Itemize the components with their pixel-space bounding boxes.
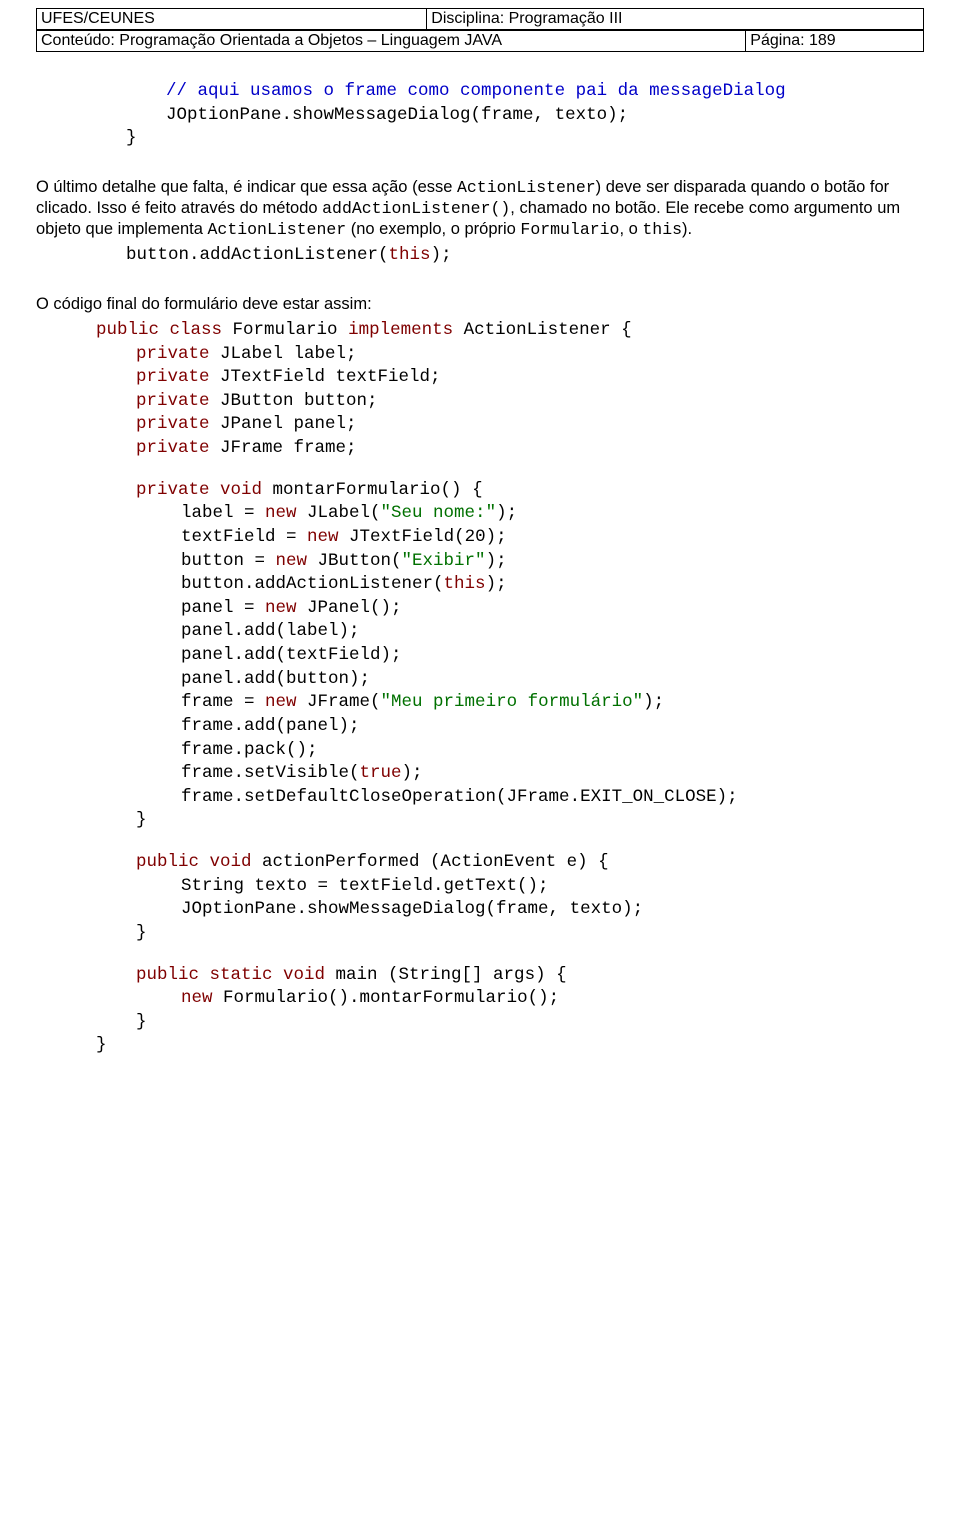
header-top-left: UFES/CEUNES [37, 9, 427, 30]
paragraph: O último detalhe que falta, é indicar qu… [36, 177, 924, 240]
code-line: frame.setDefaultCloseOperation(JFrame.EX… [36, 786, 924, 810]
code-line: frame = new JFrame("Meu primeiro formulá… [36, 691, 924, 715]
code-line: } [36, 922, 924, 946]
header-top-right: Disciplina: Programação III [427, 9, 924, 30]
code-line: textField = new JTextField(20); [36, 526, 924, 550]
code-line: private void montarFormulario() { [36, 479, 924, 503]
code-line: frame.pack(); [36, 739, 924, 763]
code-line: public void actionPerformed (ActionEvent… [36, 851, 924, 875]
code-line: } [36, 1034, 924, 1058]
code-line: JOptionPane.showMessageDialog(frame, tex… [36, 898, 924, 922]
code-line: button.addActionListener(this); [36, 573, 924, 597]
code-line: button.addActionListener(this); [36, 244, 924, 268]
paragraph: O código final do formulário deve estar … [36, 294, 924, 315]
code-line: } [36, 809, 924, 833]
code-line: label = new JLabel("Seu nome:"); [36, 502, 924, 526]
code-line: JOptionPane.showMessageDialog(frame, tex… [36, 104, 924, 128]
code-comment: // aqui usamos o frame como componente p… [36, 80, 924, 104]
code-line: public static void main (String[] args) … [36, 964, 924, 988]
code-line: private JTextField textField; [36, 366, 924, 390]
header-bottom-right: Página: 189 [746, 31, 923, 52]
code-line: button = new JButton("Exibir"); [36, 550, 924, 574]
code-line: } [36, 1011, 924, 1035]
code-line: } [36, 127, 924, 151]
code-line: public class Formulario implements Actio… [36, 319, 924, 343]
code-line: private JButton button; [36, 390, 924, 414]
code-line: panel.add(label); [36, 620, 924, 644]
code-line: frame.setVisible(true); [36, 762, 924, 786]
document-header: UFES/CEUNES Disciplina: Programação III … [36, 8, 924, 52]
header-bottom-left: Conteúdo: Programação Orientada a Objeto… [37, 31, 746, 52]
code-line: String texto = textField.getText(); [36, 875, 924, 899]
code-line: new Formulario().montarFormulario(); [36, 987, 924, 1011]
document-body: // aqui usamos o frame como componente p… [36, 80, 924, 1058]
code-line: panel.add(textField); [36, 644, 924, 668]
code-line: panel.add(button); [36, 668, 924, 692]
code-line: private JLabel label; [36, 343, 924, 367]
code-line: frame.add(panel); [36, 715, 924, 739]
code-line: panel = new JPanel(); [36, 597, 924, 621]
code-line: private JPanel panel; [36, 413, 924, 437]
code-line: private JFrame frame; [36, 437, 924, 461]
